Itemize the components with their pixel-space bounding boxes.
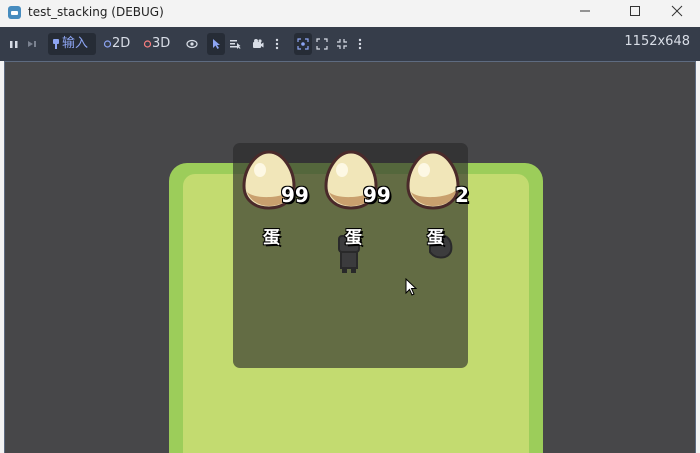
list-pointer-icon [230,39,241,49]
minimize-icon [580,10,590,12]
shrink-icon [337,38,347,49]
maximize-button[interactable] [612,0,658,27]
maximize-icon [630,6,640,16]
more-options-button[interactable] [274,33,280,55]
mode-3d-button[interactable]: 3D [143,33,170,55]
close-icon [671,5,683,17]
pause-icon [10,40,18,48]
input-mode-button[interactable]: 输入 [48,33,96,55]
pointer-icon [213,38,220,49]
debug-toolbar: 输入 2D 3D 1152x648 [0,27,700,61]
window-titlebar: test_stacking (DEBUG) [0,0,700,27]
select-tool-button[interactable] [207,33,225,55]
fit-view-button[interactable] [316,33,328,55]
camera-icon [253,38,264,48]
reset-view-button[interactable] [336,33,348,55]
inventory-slot[interactable]: 99 蛋 [237,143,309,253]
mode-2d-button[interactable]: 2D [103,33,130,55]
joystick-icon [53,38,59,49]
next-frame-button[interactable] [26,33,38,55]
resolution-readout: 1152x648 [624,34,690,49]
list-select-button[interactable] [229,33,241,55]
item-name: 蛋 [263,228,280,248]
input-mode-label: 输入 [62,36,89,51]
kebab-menu-icon [275,38,279,49]
focus-frame-icon [297,37,309,50]
camera-options-button[interactable] [357,33,363,55]
visibility-button[interactable] [186,33,198,55]
kebab-menu-icon-2 [358,38,362,49]
camera-frame-button[interactable] [294,33,312,55]
item-name: 蛋 [345,228,362,248]
item-name: 蛋 [427,228,444,248]
close-button[interactable] [654,0,700,27]
item-count: 2 [455,183,469,207]
expand-icon [316,37,328,50]
mode-2d-label: 2D [112,36,131,51]
eye-icon [186,39,198,48]
window-title: test_stacking (DEBUG) [28,5,164,19]
egg-item-icon [406,150,460,210]
game-viewport[interactable]: 99 蛋 99 蛋 2 蛋 [4,61,696,453]
pause-button[interactable] [8,33,20,55]
inventory-slot[interactable]: 2 蛋 [401,143,471,253]
item-count: 99 [281,183,309,207]
minimize-button[interactable] [562,0,608,27]
item-count: 99 [363,183,391,207]
mouse-cursor-icon [405,278,418,296]
next-frame-icon [28,40,36,47]
inventory-panel: 99 蛋 99 蛋 2 蛋 [233,143,471,368]
circle-2d-icon [103,39,112,48]
godot-app-icon [8,6,21,19]
inventory-slot[interactable]: 99 蛋 [319,143,391,253]
circle-3d-icon [143,39,152,48]
override-camera-button[interactable] [252,33,264,55]
mode-3d-label: 3D [152,36,171,51]
